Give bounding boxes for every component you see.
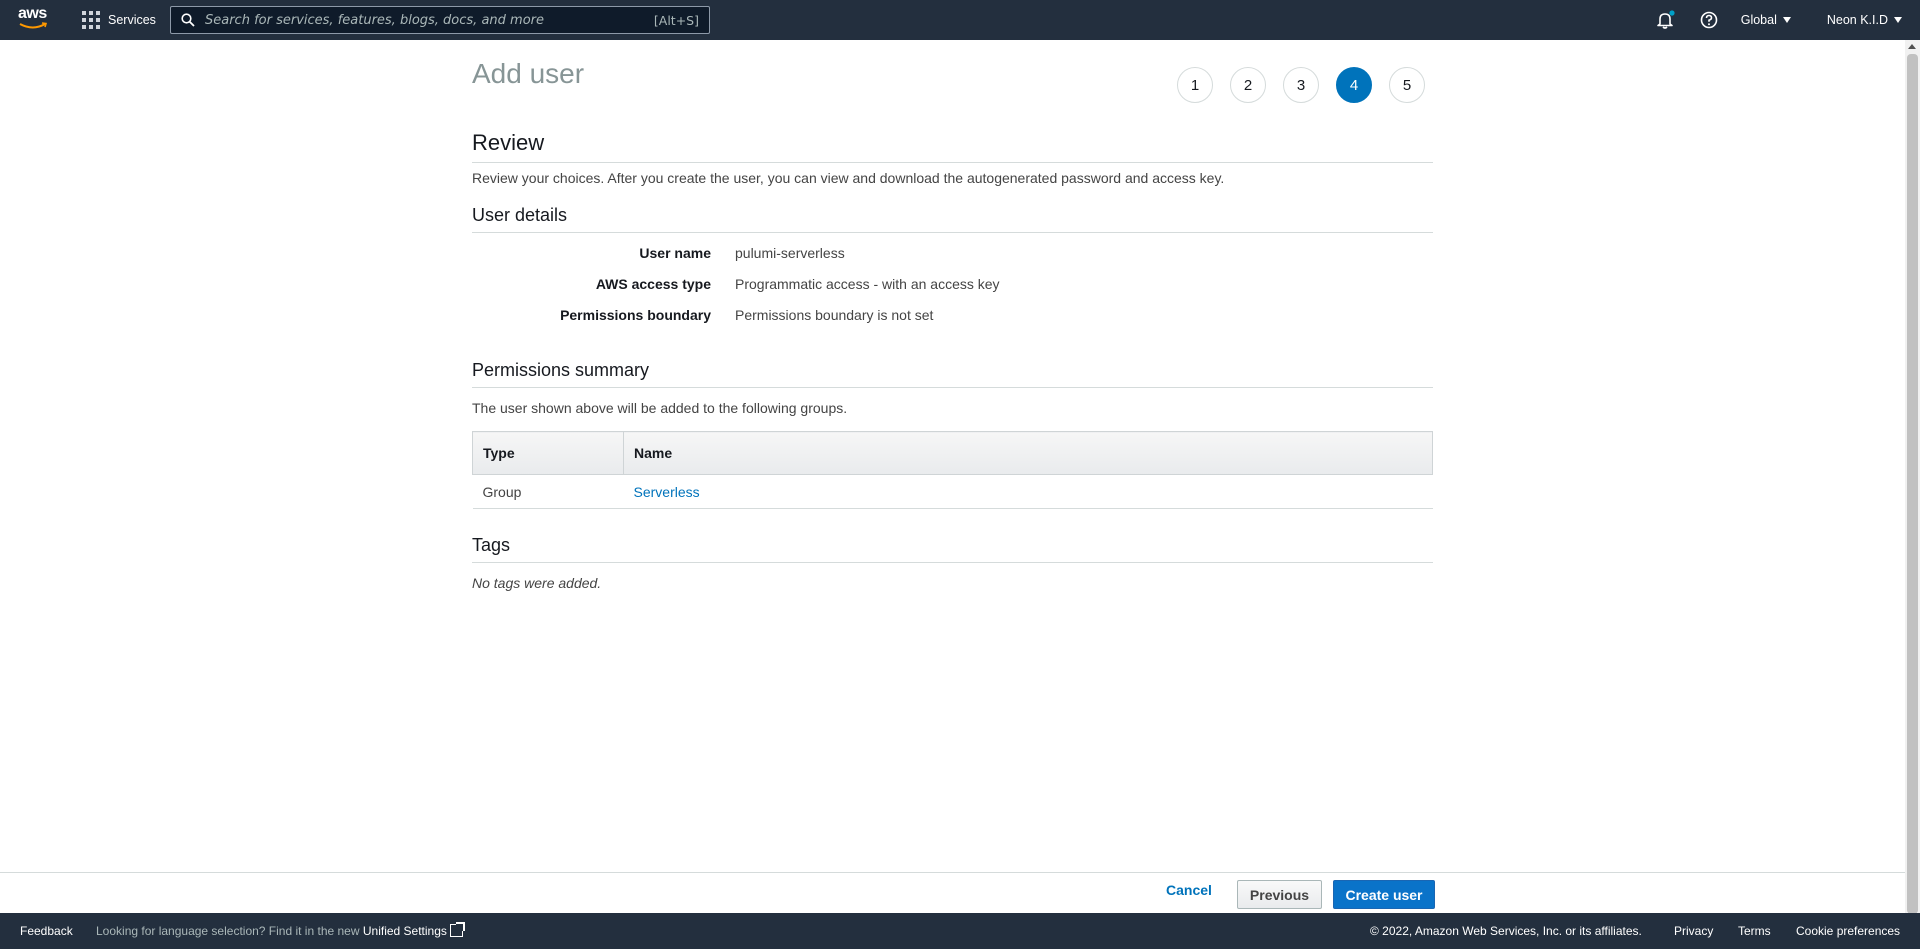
bell-icon[interactable]: [1655, 10, 1675, 30]
grid-icon: [82, 11, 100, 29]
language-notice-text: Looking for language selection? Find it …: [96, 924, 360, 938]
previous-button[interactable]: Previous: [1237, 880, 1322, 909]
privacy-link[interactable]: Privacy: [1674, 924, 1713, 938]
unified-settings-label: Unified Settings: [362, 924, 447, 938]
detail-value: Programmatic access - with an access key: [735, 276, 1000, 292]
search-box[interactable]: [Alt+S]: [170, 6, 710, 34]
region-label: Global: [1740, 13, 1777, 27]
caret-down-icon: [1894, 17, 1902, 23]
review-heading: Review: [472, 130, 1433, 163]
review-description: Review your choices. After you create th…: [472, 170, 1225, 186]
tags-heading: Tags: [472, 535, 1433, 563]
terms-link[interactable]: Terms: [1738, 924, 1771, 938]
table-row: Group Serverless: [472, 474, 1433, 509]
detail-label: AWS access type: [595, 276, 711, 292]
language-notice: Looking for language selection? Find it …: [96, 922, 465, 938]
cell-type: Group: [472, 474, 624, 509]
feedback-link[interactable]: Feedback: [20, 924, 73, 938]
cancel-button[interactable]: Cancel: [1166, 882, 1212, 898]
tags-empty-message: No tags were added.: [472, 575, 602, 591]
aws-logo[interactable]: aws: [18, 6, 52, 34]
help-icon[interactable]: [1699, 10, 1719, 30]
caret-down-icon: [1782, 17, 1791, 23]
search-icon: [181, 13, 195, 27]
nav-right-group: Global Neon K.I.D: [1655, 0, 1920, 40]
cell-name: Serverless: [623, 474, 1433, 509]
permissions-table: Type Name Group Serverless: [472, 431, 1433, 509]
column-header-name[interactable]: Name: [623, 431, 1433, 475]
step-3[interactable]: 3: [1283, 67, 1319, 103]
step-4-current[interactable]: 4: [1336, 67, 1372, 103]
unified-settings-link[interactable]: Unified Settings: [362, 922, 465, 938]
create-user-button[interactable]: Create user: [1333, 880, 1435, 909]
console-footer: Feedback Looking for language selection?…: [0, 913, 1920, 949]
page-title: Add user: [472, 58, 585, 89]
permissions-description: The user shown above will be added to th…: [472, 400, 848, 416]
column-header-type[interactable]: Type: [472, 431, 624, 475]
wizard-steps: 1 2 3 4 5: [1177, 67, 1442, 103]
user-details-heading: User details: [472, 205, 1433, 233]
step-2[interactable]: 2: [1230, 67, 1266, 103]
aws-smile-icon: [19, 22, 48, 29]
vertical-scrollbar[interactable]: [1905, 40, 1920, 914]
aws-logo-text: aws: [18, 5, 47, 22]
step-5[interactable]: 5: [1389, 67, 1425, 103]
permissions-summary-heading: Permissions summary: [472, 360, 1433, 388]
services-menu-button[interactable]: Services: [82, 0, 156, 40]
account-menu[interactable]: Neon K.I.D: [1827, 13, 1902, 27]
detail-label: Permissions boundary: [560, 307, 711, 323]
detail-label: User name: [639, 245, 711, 261]
table-header-row: Type Name: [472, 431, 1433, 475]
top-navigation: aws Services [Alt+S]: [0, 0, 1920, 40]
account-label: Neon K.I.D: [1826, 13, 1888, 27]
copyright-text: © 2022, Amazon Web Services, Inc. or its…: [1370, 924, 1642, 938]
services-label: Services: [108, 13, 156, 27]
search-shortcut-hint: [Alt+S]: [653, 12, 699, 28]
group-link-serverless[interactable]: Serverless: [634, 484, 700, 500]
step-1[interactable]: 1: [1177, 67, 1213, 103]
cookie-preferences-link[interactable]: Cookie preferences: [1796, 924, 1900, 938]
detail-value: pulumi-serverless: [735, 245, 845, 261]
scroll-up-arrow-icon[interactable]: [1908, 44, 1916, 49]
detail-value: Permissions boundary is not set: [735, 307, 934, 323]
search-input[interactable]: [205, 12, 654, 28]
scrollbar-thumb[interactable]: [1907, 54, 1918, 914]
external-link-icon: [449, 922, 465, 937]
region-selector[interactable]: Global: [1741, 13, 1791, 27]
wizard-action-bar: Cancel Previous Create user: [0, 872, 1905, 913]
